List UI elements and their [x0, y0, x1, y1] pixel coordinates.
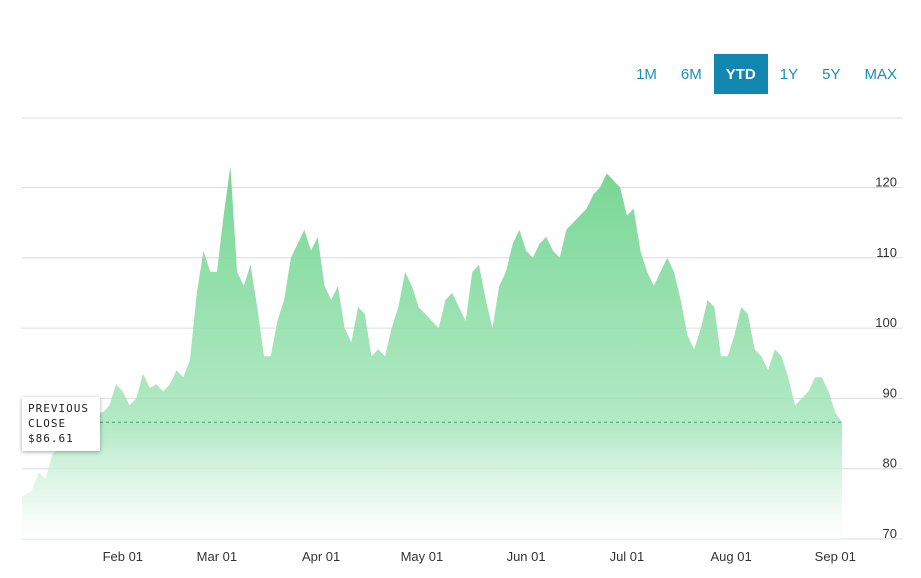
tooltip-label-line2: CLOSE	[28, 417, 67, 430]
x-tick-label: May 01	[401, 549, 444, 564]
price-chart[interactable]: 70 80 90 100 110 120 Feb 01 Mar 01 Apr 01 May 01…	[0, 0, 921, 578]
tooltip-value: $86.61	[28, 432, 74, 445]
price-area	[22, 166, 842, 539]
y-tick-label: 70	[883, 526, 897, 541]
x-tick-label: Aug 01	[710, 549, 751, 564]
x-axis-ticks: Feb 01 Mar 01 Apr 01 May 01 Jun 01 Jul 01 Aug …	[103, 549, 856, 564]
x-tick-label: Jul 01	[610, 549, 645, 564]
x-tick-label: Mar 01	[197, 549, 237, 564]
y-tick-label: 110	[876, 245, 897, 260]
y-tick-label: 120	[875, 175, 897, 190]
x-tick-label: Jun 01	[507, 549, 546, 564]
y-tick-label: 100	[875, 315, 897, 330]
x-tick-label: Apr 01	[302, 549, 340, 564]
y-axis-ticks: 70 80 90 100 110 120	[875, 175, 897, 542]
x-tick-label: Sep 01	[815, 549, 856, 564]
y-tick-label: 90	[883, 385, 897, 400]
tooltip-label-line1: PREVIOUS	[28, 402, 89, 415]
x-tick-label: Feb 01	[103, 549, 143, 564]
previous-close-tooltip: PREVIOUS CLOSE $86.61	[22, 397, 100, 451]
y-tick-label: 80	[883, 456, 897, 471]
